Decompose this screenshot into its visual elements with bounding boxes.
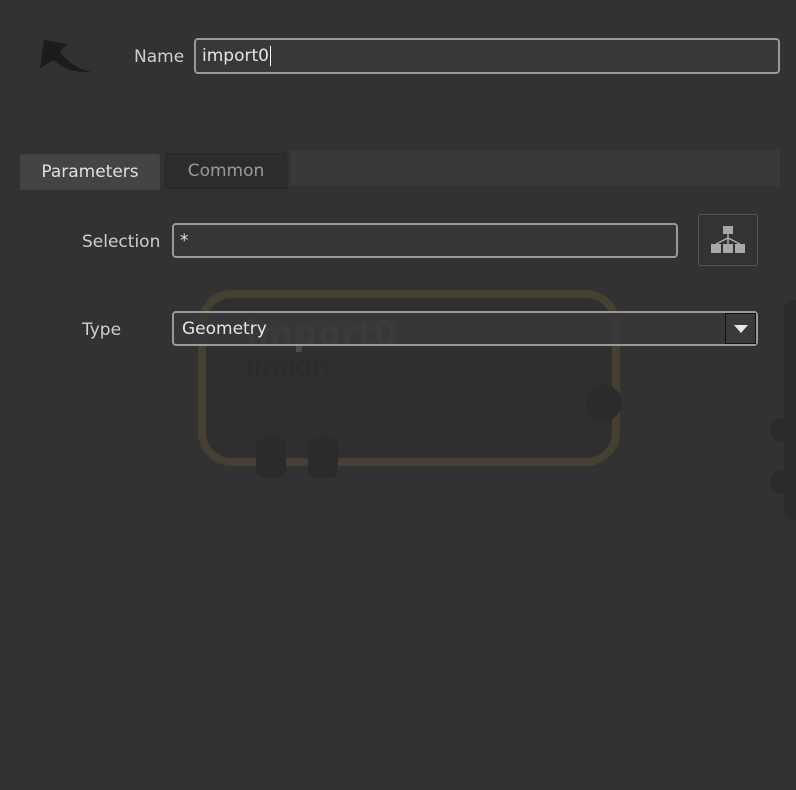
selection-input[interactable]: * (172, 223, 678, 258)
type-label: Type (82, 320, 122, 340)
name-label: Name (134, 47, 185, 67)
type-value: Geometry (182, 318, 267, 339)
type-dropdown[interactable]: Geometry (172, 311, 758, 346)
curved-arrow-icon (38, 38, 94, 78)
tab-common-label: Common (187, 161, 265, 181)
watermark-subtitle: Import (246, 352, 333, 382)
chevron-down-icon (733, 324, 748, 333)
partial-node-watermark (764, 300, 796, 564)
name-input[interactable]: import0 (194, 38, 780, 74)
tab-bar-filler (290, 150, 780, 186)
hierarchy-icon (711, 226, 745, 253)
selection-label: Selection (82, 232, 161, 252)
tab-common[interactable]: Common (165, 153, 287, 189)
name-value: import0 (202, 46, 269, 66)
dropdown-arrow-button[interactable] (725, 313, 756, 344)
hierarchy-select-button[interactable] (698, 214, 758, 266)
tab-parameters[interactable]: Parameters (20, 154, 160, 190)
selection-value: * (180, 230, 189, 251)
tab-parameters-label: Parameters (41, 162, 139, 182)
